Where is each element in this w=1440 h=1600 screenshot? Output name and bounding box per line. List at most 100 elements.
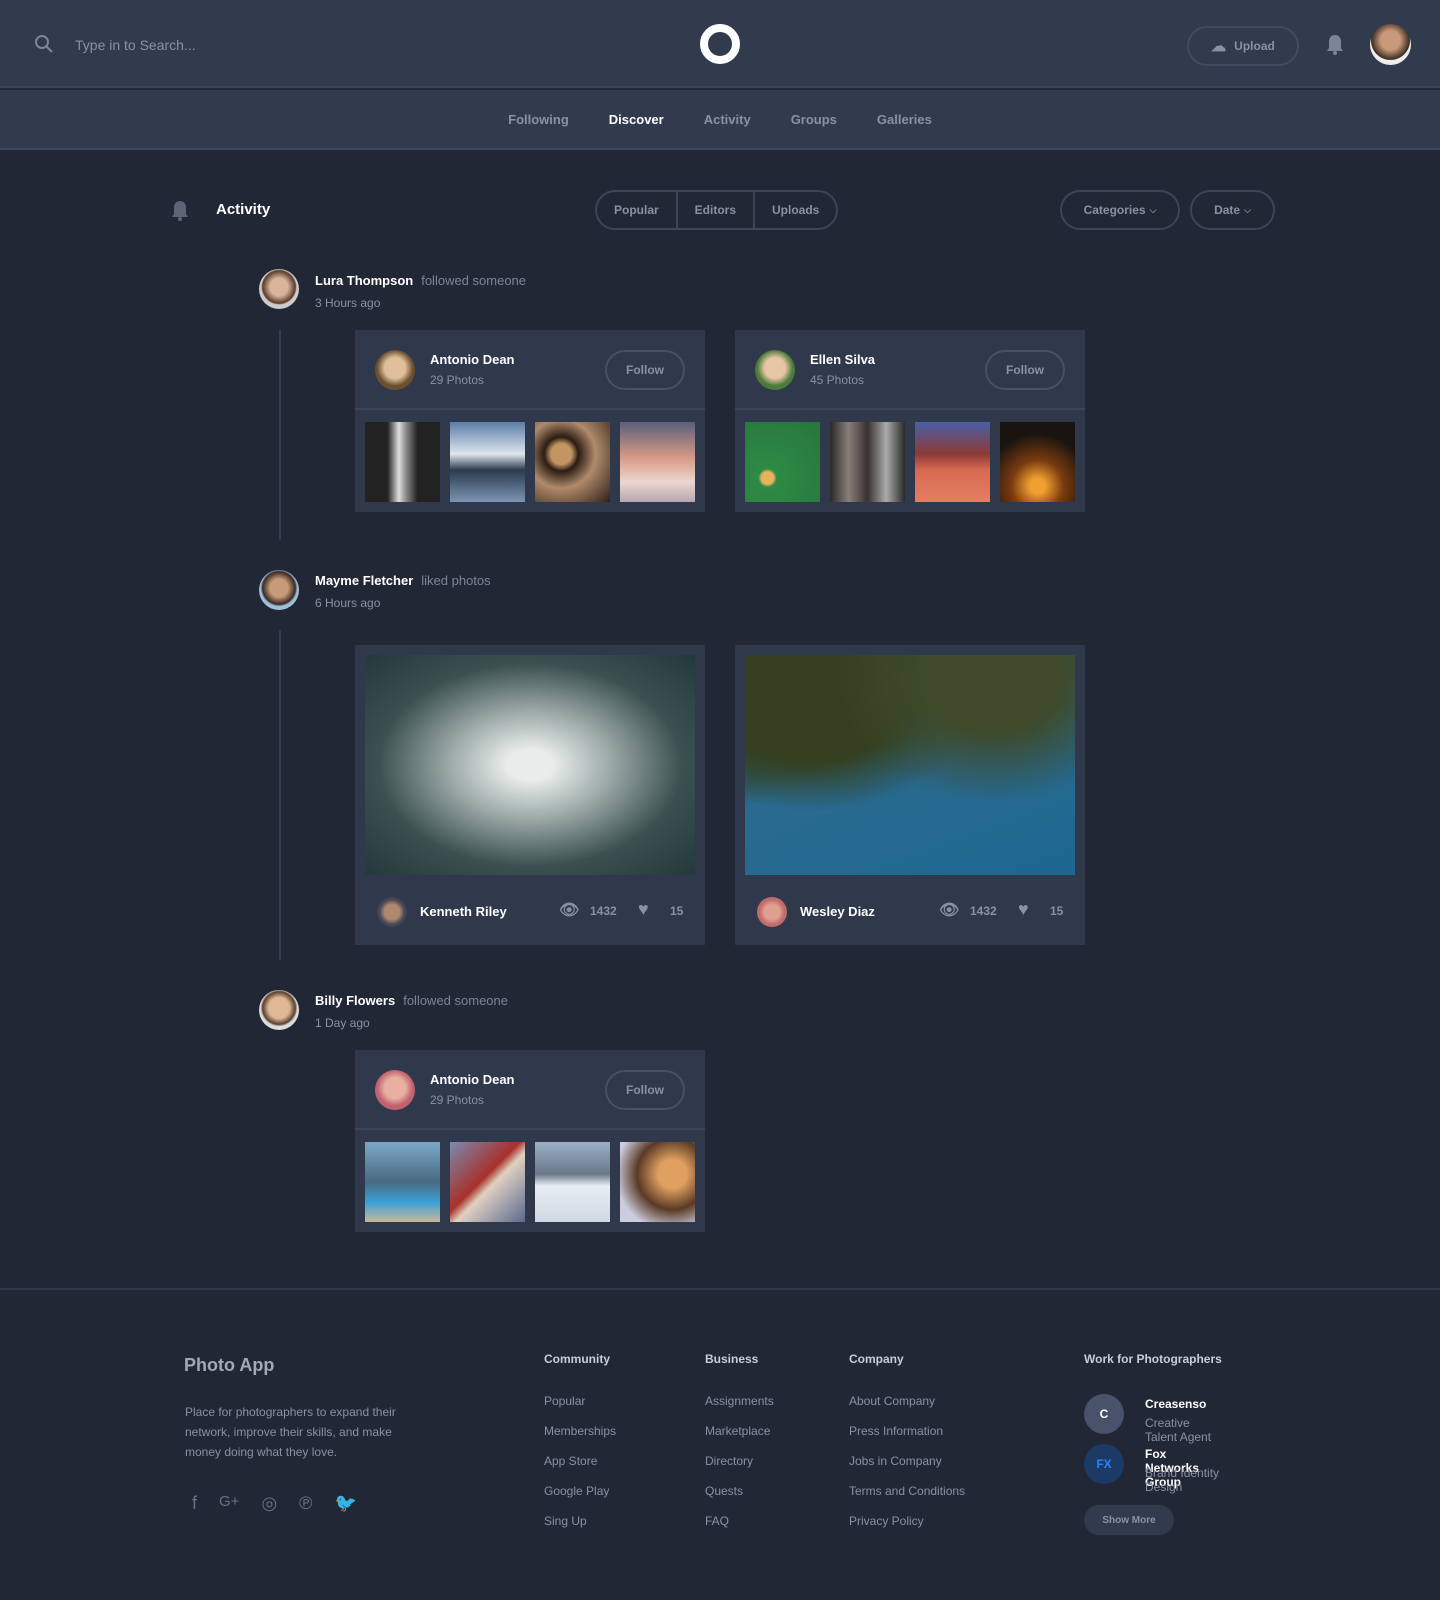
avatar[interactable]	[377, 897, 407, 927]
eye-icon: 👁	[939, 902, 960, 919]
card-user-name[interactable]: Antonio Dean	[430, 1072, 515, 1087]
footer-link[interactable]: Directory	[705, 1446, 774, 1476]
photo-thumbnail[interactable]	[1000, 422, 1075, 502]
instagram-icon[interactable]: ◎	[261, 1493, 277, 1514]
view-count: 1432	[970, 904, 997, 918]
notification-bell-icon[interactable]	[1326, 34, 1344, 56]
feed-time: 1 Day ago	[315, 1016, 370, 1030]
photo-thumbnail[interactable]	[365, 1142, 440, 1222]
photo-thumbnail[interactable]	[915, 422, 990, 502]
footer-link[interactable]: App Store	[544, 1446, 616, 1476]
nav-activity[interactable]: Activity	[704, 112, 751, 127]
google-plus-icon[interactable]: G+	[219, 1493, 239, 1514]
user-avatar[interactable]	[1370, 24, 1411, 65]
footer-column-company: Company About Company Press Information …	[849, 1352, 965, 1536]
footer-brand: Photo App	[184, 1355, 275, 1375]
follow-button[interactable]: Follow	[605, 350, 685, 390]
photo-thumbnail[interactable]	[620, 1142, 695, 1222]
show-more-button[interactable]: Show More	[1084, 1505, 1174, 1535]
footer-link[interactable]: Press Information	[849, 1416, 965, 1446]
photo-thumbnail[interactable]	[745, 422, 820, 502]
footer-link[interactable]: Memberships	[544, 1416, 616, 1446]
avatar[interactable]	[375, 350, 415, 390]
facebook-icon[interactable]: f	[192, 1493, 197, 1514]
avatar[interactable]	[757, 897, 787, 927]
filter-uploads[interactable]: Uploads	[755, 192, 836, 228]
feed-user-name[interactable]: Lura Thompson	[315, 273, 413, 288]
footer-link[interactable]: Popular	[544, 1386, 616, 1416]
like-count: 15	[1050, 904, 1064, 918]
feed-user-name[interactable]: Mayme Fletcher	[315, 573, 413, 588]
feed-time: 3 Hours ago	[315, 296, 381, 310]
author-name[interactable]: Kenneth Riley	[420, 904, 507, 919]
aerial-photo[interactable]	[745, 655, 1075, 875]
footer-link[interactable]: About Company	[849, 1386, 965, 1416]
photo-thumbnail[interactable]	[535, 422, 610, 502]
footer-description: Place for photographers to expand their …	[185, 1405, 396, 1459]
filter-editors[interactable]: Editors	[678, 192, 756, 228]
feed-user-name[interactable]: Billy Flowers	[315, 993, 395, 1008]
card-user-name[interactable]: Antonio Dean	[430, 352, 515, 367]
photo-card: Kenneth Riley 👁 1432 ♥ 15	[355, 645, 705, 945]
heart-icon[interactable]: ♥	[1018, 899, 1029, 920]
footer-link[interactable]: Jobs in Company	[849, 1446, 965, 1476]
follow-button[interactable]: Follow	[985, 350, 1065, 390]
upload-button[interactable]: ☁ Upload	[1187, 26, 1299, 66]
footer-link[interactable]: Marketplace	[705, 1416, 774, 1446]
footer-link[interactable]: Google Play	[544, 1476, 616, 1506]
date-dropdown[interactable]: Date ⌵	[1190, 190, 1275, 230]
footer-link[interactable]: Privacy Policy	[849, 1506, 965, 1536]
search-input[interactable]: Type in to Search...	[75, 37, 196, 53]
work-item[interactable]: C Creasenso Creative Talent Agent	[1084, 1394, 1222, 1444]
filter-tabs: Popular Editors Uploads	[595, 190, 839, 230]
footer-link[interactable]: FAQ	[705, 1506, 774, 1536]
photo-thumbnail[interactable]	[450, 422, 525, 502]
avatar[interactable]	[755, 350, 795, 390]
footer-link[interactable]: Sing Up	[544, 1506, 616, 1536]
feed-entry-header: Billy Flowers followed someone 1 Day ago	[315, 993, 508, 1030]
avatar[interactable]	[375, 1070, 415, 1110]
feed-time: 6 Hours ago	[315, 596, 381, 610]
social-links: f G+ ◎ ℗ 🐦	[192, 1493, 357, 1514]
photo-thumbnail[interactable]	[535, 1142, 610, 1222]
nav-galleries[interactable]: Galleries	[877, 112, 932, 127]
avatar[interactable]	[259, 269, 299, 309]
like-count: 15	[670, 904, 684, 918]
work-item[interactable]: FX Fox Networks Group Brand Identity Des…	[1084, 1444, 1222, 1494]
photo-count: 45 Photos	[810, 373, 865, 387]
footer-column-community: Community Popular Memberships App Store …	[544, 1352, 616, 1536]
photo-thumbnail[interactable]	[450, 1142, 525, 1222]
eye-icon: 👁	[559, 902, 580, 919]
avatar[interactable]	[259, 990, 299, 1030]
company-logo: C	[1084, 1394, 1124, 1434]
footer-link[interactable]: Assignments	[705, 1386, 774, 1416]
footer-link[interactable]: Terms and Conditions	[849, 1476, 965, 1506]
search-icon[interactable]	[34, 34, 54, 54]
categories-dropdown[interactable]: Categories ⌵	[1060, 190, 1180, 230]
photo-card: Wesley Diaz 👁 1432 ♥ 15	[735, 645, 1085, 945]
heart-icon[interactable]: ♥	[638, 899, 649, 920]
photo-thumbnail[interactable]	[830, 422, 905, 502]
photo-thumbnail[interactable]	[365, 422, 440, 502]
nav-following[interactable]: Following	[508, 112, 569, 127]
work-for-photographers: Work for Photographers C Creasenso Creat…	[1084, 1352, 1222, 1535]
author-name[interactable]: Wesley Diaz	[800, 904, 875, 919]
filter-popular[interactable]: Popular	[597, 192, 678, 228]
nav-groups[interactable]: Groups	[791, 112, 837, 127]
chevron-down-icon: ⌵	[1149, 204, 1157, 215]
chevron-down-icon: ⌵	[1244, 204, 1251, 215]
photo-count: 29 Photos	[430, 1093, 485, 1107]
surf-photo[interactable]	[365, 655, 695, 875]
card-user-name[interactable]: Ellen Silva	[810, 352, 875, 367]
footer-link[interactable]: Quests	[705, 1476, 774, 1506]
pinterest-icon[interactable]: ℗	[299, 1493, 312, 1514]
photo-thumbnail[interactable]	[620, 422, 695, 502]
logo[interactable]	[700, 24, 740, 64]
user-card: Ellen Silva 45 Photos Follow	[735, 330, 1085, 512]
twitter-icon[interactable]: 🐦	[334, 1493, 356, 1514]
avatar[interactable]	[259, 570, 299, 610]
follow-button[interactable]: Follow	[605, 1070, 685, 1110]
nav-discover[interactable]: Discover	[609, 112, 664, 127]
timeline-line	[279, 330, 281, 540]
timeline-line	[279, 630, 281, 960]
